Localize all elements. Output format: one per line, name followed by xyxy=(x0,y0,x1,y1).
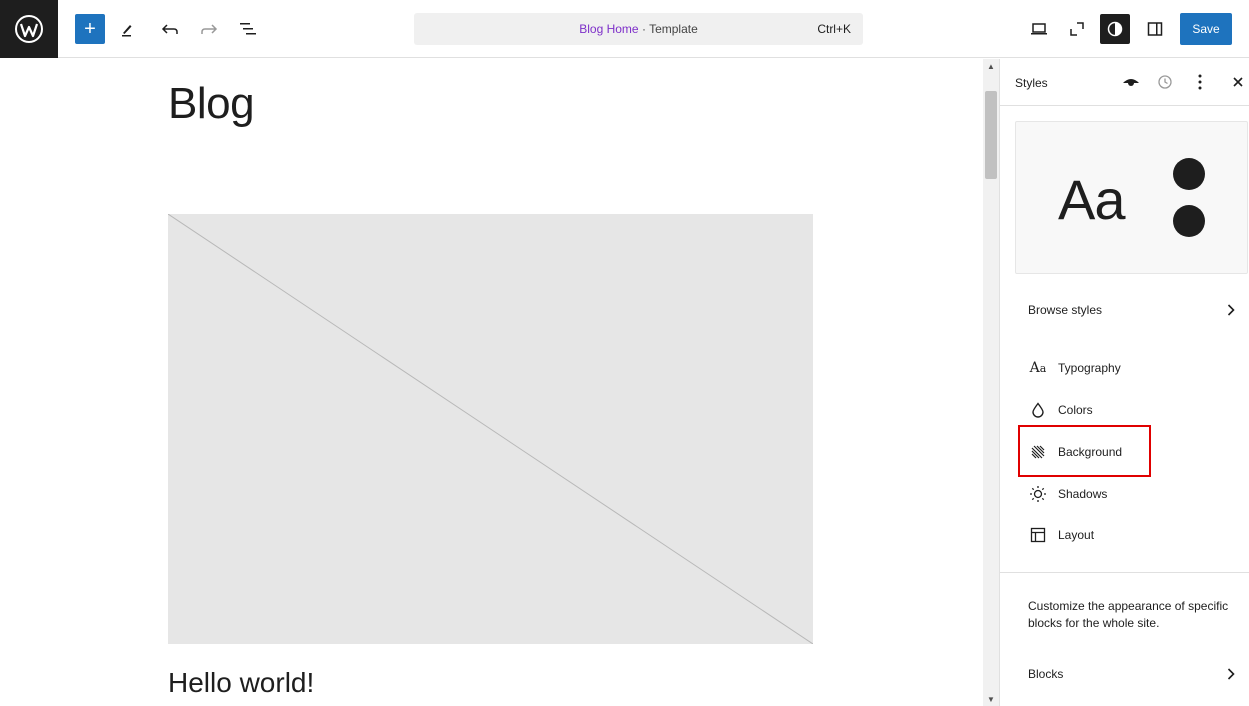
scroll-down-arrow-icon[interactable]: ▼ xyxy=(983,692,999,706)
tools-button[interactable] xyxy=(112,14,142,44)
droplet-icon xyxy=(1028,400,1048,420)
chevron-right-icon xyxy=(1227,668,1235,680)
browse-styles-button[interactable]: Browse styles xyxy=(1015,293,1235,327)
nav-item-label: Shadows xyxy=(1058,487,1108,501)
title-separator: · xyxy=(638,22,650,36)
nav-item-colors[interactable]: Colors xyxy=(1028,398,1228,422)
wordpress-logo-button[interactable] xyxy=(0,0,58,58)
save-button[interactable]: Save xyxy=(1180,13,1232,45)
blog-title[interactable]: Blog xyxy=(168,79,255,129)
blocks-label: Blocks xyxy=(1028,667,1064,681)
document-type: Template xyxy=(649,22,698,36)
contrast-icon xyxy=(1107,21,1123,37)
preview-color-dot xyxy=(1173,158,1205,190)
featured-image-placeholder[interactable] xyxy=(168,214,813,644)
close-icon xyxy=(1233,77,1243,87)
block-inserter-button[interactable]: + xyxy=(75,14,105,44)
history-icon xyxy=(1158,75,1172,89)
placeholder-diagonal xyxy=(168,214,813,644)
blocks-button[interactable]: Blocks xyxy=(1015,657,1235,691)
nav-item-typography[interactable]: Aa Typography xyxy=(1028,356,1228,380)
nav-item-layout[interactable]: Layout xyxy=(1028,523,1228,547)
styles-toggle-button[interactable] xyxy=(1100,14,1130,44)
post-title[interactable]: Hello world! xyxy=(168,667,314,699)
preview-color-dot xyxy=(1173,205,1205,237)
sidebar-header: Styles xyxy=(1000,59,1249,106)
external-corner-icon xyxy=(1070,22,1084,36)
close-sidebar-button[interactable] xyxy=(1227,71,1249,93)
keyboard-shortcut: Ctrl+K xyxy=(817,22,851,36)
scroll-up-arrow-icon[interactable]: ▲ xyxy=(983,59,999,73)
redo-button[interactable] xyxy=(194,14,224,44)
vertical-ellipsis-icon xyxy=(1198,74,1202,90)
editor-toolbar: + Blog Home · Template Ctrl+K Save xyxy=(0,0,1249,58)
chevron-right-icon xyxy=(1227,304,1235,316)
nav-item-label: Colors xyxy=(1058,403,1093,417)
shadow-icon xyxy=(1028,484,1048,504)
plus-icon: + xyxy=(84,18,96,40)
nav-item-label: Layout xyxy=(1058,528,1095,542)
canvas-scrollbar[interactable]: ▲ ▼ xyxy=(983,59,999,706)
sidebar-title: Styles xyxy=(1015,76,1048,90)
typography-icon: Aa xyxy=(1029,360,1047,376)
eye-icon xyxy=(1123,79,1139,86)
sidebar-icon xyxy=(1147,22,1163,36)
sidebar-divider xyxy=(1000,572,1249,573)
laptop-icon xyxy=(1031,23,1047,35)
undo-button[interactable] xyxy=(155,14,185,44)
revisions-button[interactable] xyxy=(1154,71,1176,93)
styles-sidebar: Styles Aa Browse styles A a Typography C… xyxy=(999,59,1249,706)
style-preview[interactable]: Aa xyxy=(1015,121,1248,274)
editor-canvas[interactable]: Blog Hello world! xyxy=(0,59,983,706)
undo-icon xyxy=(161,24,178,34)
pencil-icon xyxy=(122,25,132,37)
layout-icon xyxy=(1028,525,1048,545)
nav-item-label: Typography xyxy=(1058,361,1121,375)
wordpress-icon xyxy=(15,15,43,43)
command-palette-bar[interactable]: Blog Home · Template Ctrl+K xyxy=(414,13,863,45)
document-overview-button[interactable] xyxy=(233,14,263,44)
more-options-button[interactable] xyxy=(1189,71,1211,93)
scroll-thumb[interactable] xyxy=(985,91,997,179)
preview-device-button[interactable] xyxy=(1024,14,1054,44)
nav-item-shadows[interactable]: Shadows xyxy=(1028,482,1228,506)
preview-typography-sample: Aa xyxy=(1058,168,1125,231)
list-view-icon xyxy=(240,23,256,35)
document-name: Blog Home xyxy=(579,22,639,36)
settings-sidebar-button[interactable] xyxy=(1140,14,1170,44)
style-book-button[interactable] xyxy=(1120,71,1142,93)
browse-styles-label: Browse styles xyxy=(1028,303,1103,317)
external-view-button[interactable] xyxy=(1062,14,1092,44)
blocks-description: Customize the appearance of specific blo… xyxy=(1028,599,1229,630)
redo-icon xyxy=(201,24,218,34)
document-title: Blog Home · Template xyxy=(414,22,863,36)
background-highlight-box xyxy=(1018,425,1151,477)
